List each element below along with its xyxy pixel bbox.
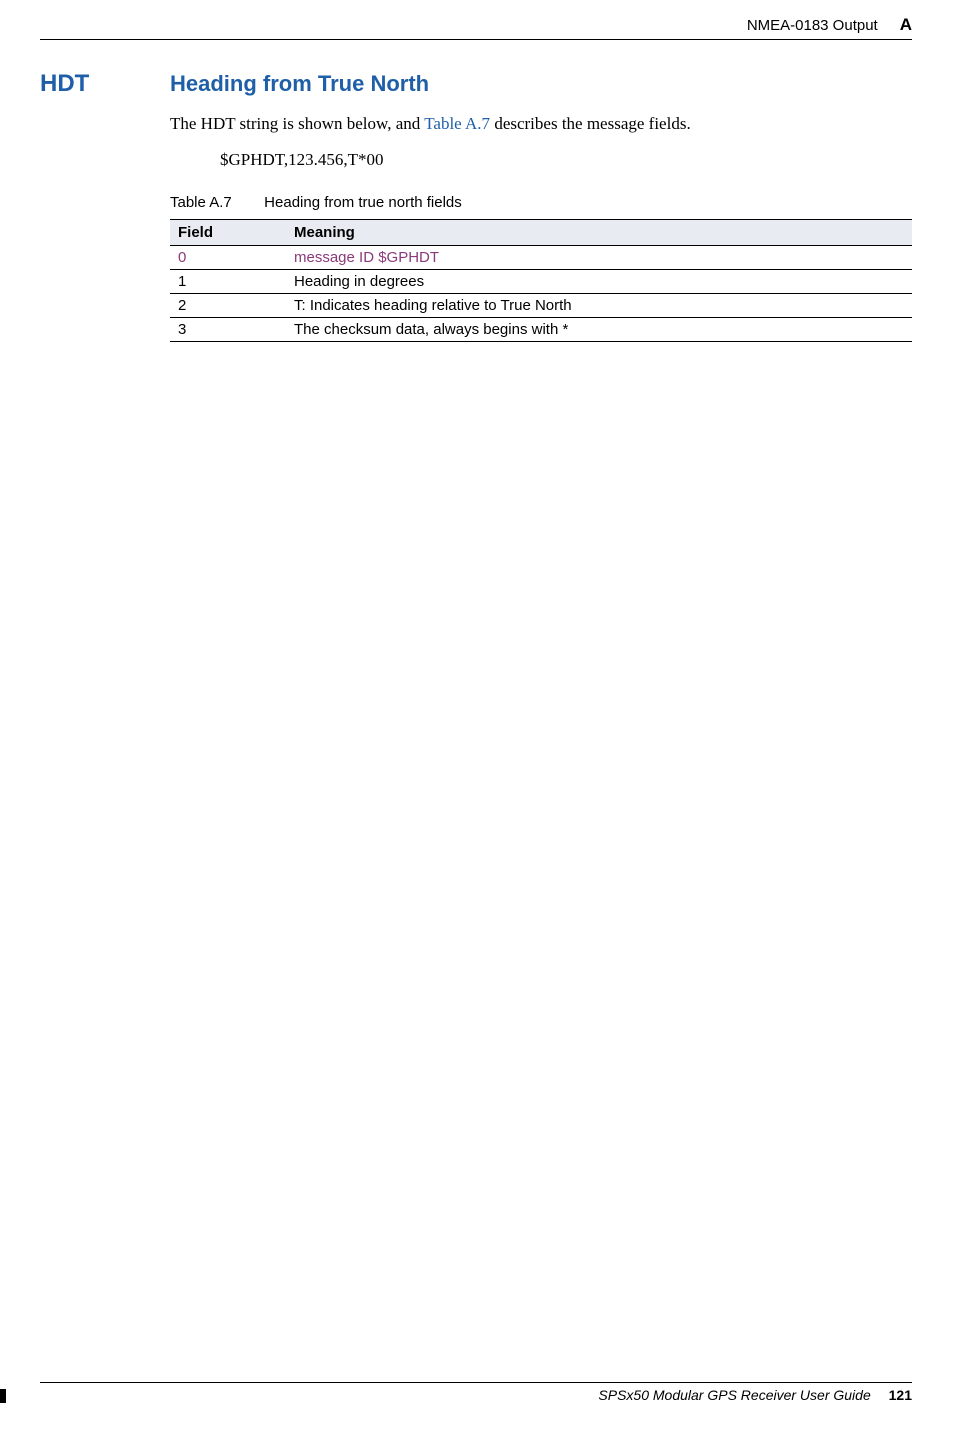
section-title: Heading from True North bbox=[170, 71, 429, 97]
table-row: 2 T: Indicates heading relative to True … bbox=[170, 293, 912, 317]
table-cell-meaning: T: Indicates heading relative to True No… bbox=[286, 293, 912, 317]
table-row: 3 The checksum data, always begins with … bbox=[170, 317, 912, 341]
paragraph-text-after: describes the message fields. bbox=[490, 114, 691, 133]
table-cell-meaning: message ID $GPHDT bbox=[286, 245, 912, 269]
footer-page-number: 121 bbox=[889, 1387, 912, 1403]
page-header: NMEA-0183 Output A bbox=[40, 15, 912, 39]
table-cell-field: 3 bbox=[170, 317, 286, 341]
table-header-meaning: Meaning bbox=[286, 219, 912, 245]
intro-paragraph: The HDT string is shown below, and Table… bbox=[170, 112, 912, 136]
table-row: 1 Heading in degrees bbox=[170, 269, 912, 293]
fields-table: Field Meaning 0 message ID $GPHDT 1 Head… bbox=[170, 219, 912, 342]
header-section-title: NMEA-0183 Output bbox=[747, 17, 878, 34]
footer-guide-title: SPSx50 Modular GPS Receiver User Guide bbox=[598, 1387, 870, 1403]
section-code: HDT bbox=[40, 70, 170, 98]
table-reference-link[interactable]: Table A.7 bbox=[424, 114, 490, 133]
table-cell-meaning: The checksum data, always begins with * bbox=[286, 317, 912, 341]
header-appendix-letter: A bbox=[900, 15, 912, 35]
paragraph-text-before: The HDT string is shown below, and bbox=[170, 114, 424, 133]
table-label: Table A.7 bbox=[170, 194, 260, 211]
table-caption: Table A.7 Heading from true north fields bbox=[170, 194, 912, 211]
table-cell-field: 2 bbox=[170, 293, 286, 317]
table-row[interactable]: 0 message ID $GPHDT bbox=[170, 245, 912, 269]
table-cell-field: 1 bbox=[170, 269, 286, 293]
section-heading: HDT Heading from True North bbox=[40, 70, 912, 98]
table-cell-meaning: Heading in degrees bbox=[286, 269, 912, 293]
example-string: $GPHDT,123.456,T*00 bbox=[220, 150, 912, 170]
table-cell-field: 0 bbox=[170, 245, 286, 269]
left-margin-bar bbox=[0, 1389, 6, 1403]
table-header-row: Field Meaning bbox=[170, 219, 912, 245]
table-header-field: Field bbox=[170, 219, 286, 245]
page-footer: SPSx50 Modular GPS Receiver User Guide 1… bbox=[40, 1382, 912, 1403]
table-caption-text: Heading from true north fields bbox=[264, 194, 462, 211]
